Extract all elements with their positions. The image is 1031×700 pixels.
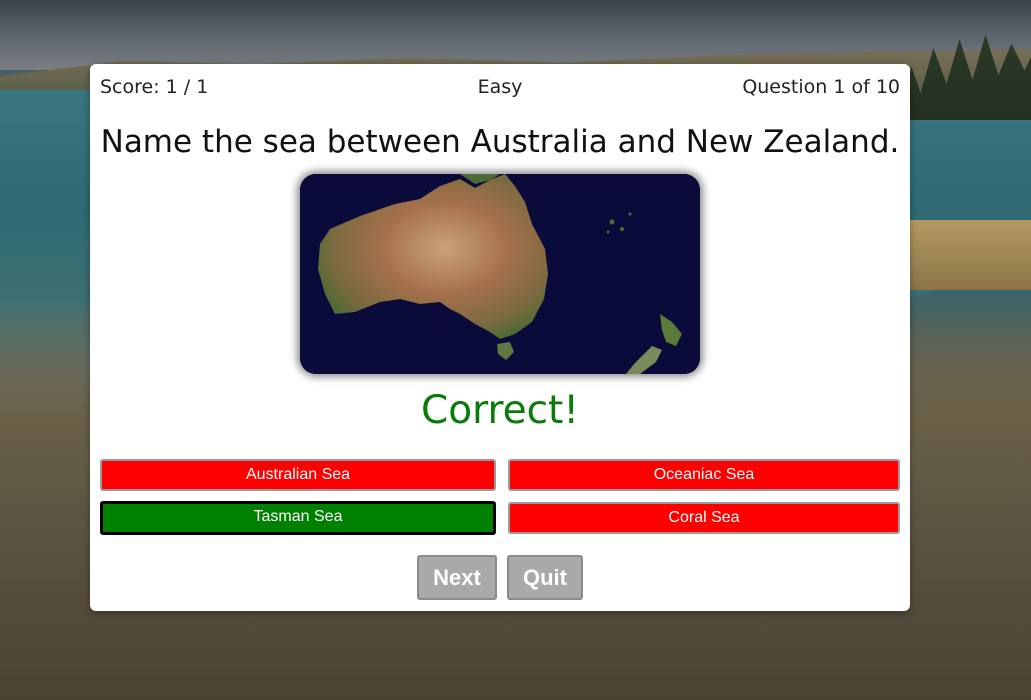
question-text: Name the sea between Australia and New Z…: [100, 124, 900, 160]
map-image: [300, 174, 700, 374]
australia-satellite-map: [300, 174, 700, 374]
quit-button[interactable]: Quit: [507, 555, 583, 600]
answer-button-oceaniac-sea[interactable]: Oceaniac Sea: [508, 459, 900, 491]
next-button[interactable]: Next: [417, 555, 497, 600]
answer-button-coral-sea[interactable]: Coral Sea: [508, 502, 900, 534]
quiz-card: Score: 1 / 1 Easy Question 1 of 10 Name …: [90, 64, 910, 611]
question-progress-text: Question 1 of 10: [742, 76, 900, 98]
island: [606, 230, 610, 234]
island: [620, 227, 624, 231]
answer-button-australian-sea[interactable]: Australian Sea: [100, 459, 496, 491]
island: [628, 212, 632, 216]
answer-button-tasman-sea[interactable]: Tasman Sea: [100, 501, 496, 535]
quiz-status-bar: Score: 1 / 1 Easy Question 1 of 10: [100, 76, 900, 102]
background-grass: [901, 220, 1031, 290]
island: [609, 219, 615, 225]
answer-feedback-text: Correct!: [421, 388, 579, 433]
